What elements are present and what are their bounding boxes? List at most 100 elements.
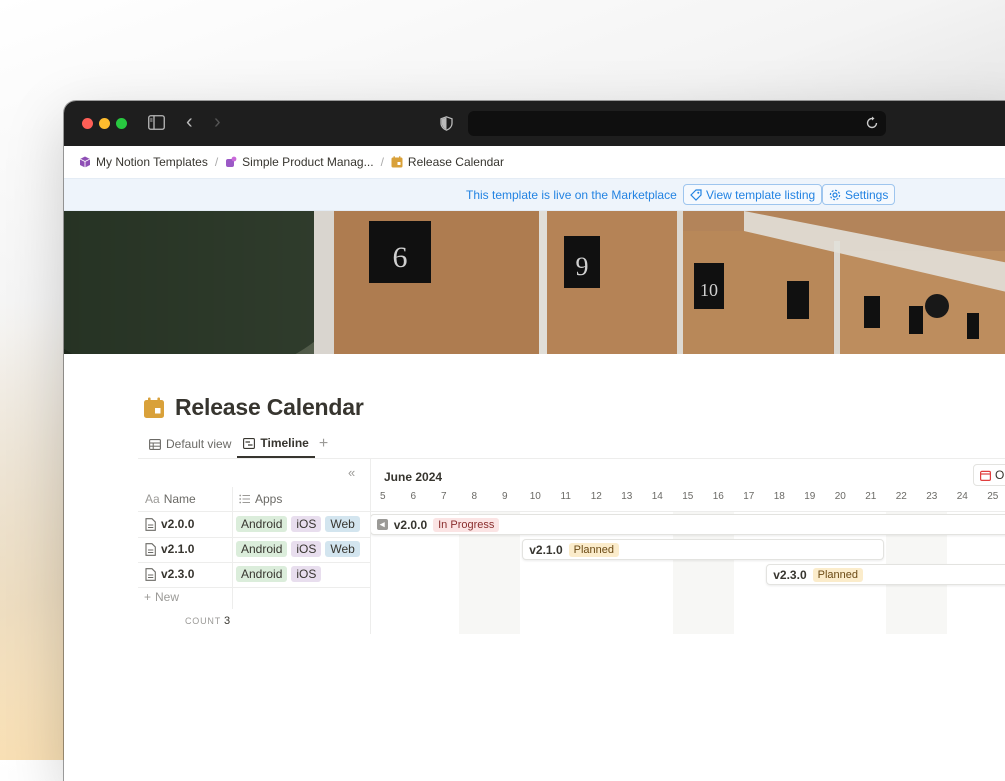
timeline-day-7: 7 bbox=[440, 491, 447, 502]
reload-icon[interactable] bbox=[864, 115, 880, 131]
timeline-bar-name: v2.1.0 bbox=[529, 542, 563, 557]
shield-icon[interactable] bbox=[440, 116, 453, 135]
page-cover-image: 6 9 10 bbox=[64, 211, 1005, 354]
timeline-day-20: 20 bbox=[834, 491, 846, 502]
timeline-day-11: 11 bbox=[560, 491, 571, 502]
app-tag-android: Android bbox=[236, 541, 288, 557]
timeline-day-24: 24 bbox=[956, 491, 968, 502]
listing-icon bbox=[690, 188, 702, 201]
back-icon[interactable]: ‹ bbox=[186, 112, 193, 132]
timeline-day-22: 22 bbox=[895, 491, 907, 502]
breadcrumb-label: Simple Product Manag... bbox=[242, 155, 374, 169]
timeline-day-9: 9 bbox=[501, 491, 508, 502]
view-template-listing-button[interactable]: View template listing bbox=[683, 184, 823, 205]
background-glow bbox=[0, 300, 70, 760]
add-view-button[interactable]: + bbox=[319, 435, 328, 453]
column-header-label: Name bbox=[163, 492, 196, 506]
status-badge: Planned bbox=[812, 567, 863, 582]
timeline-day-15: 15 bbox=[682, 491, 694, 502]
table-row[interactable]: v2.0.0 Android iOS Web bbox=[138, 512, 370, 538]
breadcrumb-item-release-calendar[interactable]: Release Calendar bbox=[391, 155, 504, 169]
breadcrumb-label: My Notion Templates bbox=[96, 155, 208, 169]
timeline-day-12: 12 bbox=[590, 491, 602, 502]
timeline-day-5: 5 bbox=[379, 491, 386, 502]
calendar-icon bbox=[980, 470, 991, 481]
row-apps[interactable]: Android iOS Web bbox=[236, 516, 360, 532]
row-name[interactable]: v2.0.0 bbox=[145, 517, 194, 531]
timeline-day-23: 23 bbox=[926, 491, 938, 502]
row-name-text: v2.3.0 bbox=[161, 567, 195, 581]
row-name-text: v2.1.0 bbox=[161, 542, 195, 556]
app-tag-web: Web bbox=[325, 516, 360, 532]
pm-icon bbox=[226, 156, 237, 167]
breadcrumb-item-simple-product-manager[interactable]: Simple Product Manag... bbox=[225, 155, 374, 169]
collapse-table-icon[interactable]: « bbox=[348, 465, 355, 480]
close-window-button[interactable] bbox=[82, 118, 93, 129]
column-header-name[interactable]: Aa Name bbox=[145, 492, 196, 506]
sidebar-icon[interactable] bbox=[148, 115, 165, 134]
timeline-icon bbox=[243, 437, 256, 449]
app-tag-ios: iOS bbox=[291, 566, 322, 582]
minimize-window-button[interactable] bbox=[99, 118, 110, 129]
back-arrow-icon[interactable]: ◂ bbox=[376, 519, 388, 530]
page-title: Release Calendar bbox=[143, 394, 364, 421]
view-template-listing-label: View template listing bbox=[706, 187, 816, 202]
timeline-month: June 2024 bbox=[384, 470, 443, 484]
browser-titlebar: ‹ › bbox=[64, 101, 1005, 146]
breadcrumb-label: Release Calendar bbox=[407, 155, 504, 169]
cover-photo: 6 9 10 bbox=[64, 211, 1005, 354]
timeline-bar-name: v2.3.0 bbox=[773, 567, 807, 582]
timeline-chart: June 2024 O 5 6 7 8 9 10 11 12 13 14 15 16 17 18 19 20 2… bbox=[371, 459, 1005, 634]
timeline-day-13: 13 bbox=[621, 491, 633, 502]
open-calendar-button[interactable]: O bbox=[973, 464, 1005, 486]
timeline-table-panel: « Aa Name Apps v2.0.0 Android iOS Web v2… bbox=[138, 459, 371, 634]
tab-default-view[interactable]: Default view bbox=[143, 430, 237, 458]
breadcrumb: My Notion Templates / Simple Product Man… bbox=[64, 146, 1005, 178]
row-name[interactable]: v2.3.0 bbox=[145, 567, 194, 581]
timeline-day-10: 10 bbox=[529, 491, 541, 502]
row-apps[interactable]: Android iOS bbox=[236, 566, 322, 582]
page-title-text[interactable]: Release Calendar bbox=[175, 394, 364, 421]
status-badge: Planned bbox=[568, 542, 619, 557]
timeline-day-19: 19 bbox=[804, 491, 816, 502]
table-row[interactable]: v2.3.0 Android iOS bbox=[138, 562, 370, 588]
table-icon bbox=[149, 438, 161, 450]
breadcrumb-separator: / bbox=[380, 155, 384, 169]
settings-button[interactable]: Settings bbox=[822, 184, 896, 205]
calendar-icon[interactable] bbox=[143, 397, 165, 419]
page-icon bbox=[145, 517, 156, 531]
timeline-bar-v2.3.0[interactable]: v2.3.0 Planned bbox=[766, 564, 1005, 585]
timeline-bar-v2.1.0[interactable]: v2.1.0 Planned bbox=[522, 539, 885, 560]
app-tag-android: Android bbox=[236, 516, 288, 532]
page-icon bbox=[145, 567, 156, 581]
maximize-window-button[interactable] bbox=[116, 118, 127, 129]
text-property-icon: Aa bbox=[145, 492, 160, 506]
count-value: 3 bbox=[224, 615, 231, 627]
gear-icon bbox=[829, 189, 841, 200]
timeline-day-25: 25 bbox=[987, 491, 999, 502]
settings-label: Settings bbox=[845, 187, 889, 202]
breadcrumb-separator: / bbox=[214, 155, 219, 169]
tab-label: Default view bbox=[166, 437, 232, 451]
row-count[interactable]: COUNT 3 bbox=[185, 615, 230, 627]
timeline-grid: ◂ v2.0.0 In Progress v2.1.0 Planned v2.3.0 Pla… bbox=[371, 511, 1005, 634]
tab-timeline[interactable]: Timeline bbox=[237, 430, 315, 458]
address-bar[interactable] bbox=[468, 111, 886, 136]
breadcrumb-item-my-notion-templates[interactable]: My Notion Templates bbox=[79, 155, 208, 169]
marketplace-banner: This template is live on the Marketplace… bbox=[64, 178, 1005, 211]
timeline-bar-v2.0.0[interactable]: ◂ v2.0.0 In Progress bbox=[371, 514, 1005, 535]
timeline-day-6: 6 bbox=[410, 491, 417, 502]
table-header: Aa Name Apps bbox=[138, 487, 370, 512]
app-tag-android: Android bbox=[236, 566, 288, 582]
timeline-day-21: 21 bbox=[865, 491, 877, 502]
table-row[interactable]: v2.1.0 Android iOS Web bbox=[138, 537, 370, 563]
new-row-button[interactable]: + New bbox=[144, 590, 179, 604]
row-name[interactable]: v2.1.0 bbox=[145, 542, 194, 556]
count-label: COUNT bbox=[185, 616, 221, 626]
forward-icon[interactable]: › bbox=[214, 112, 221, 132]
row-apps[interactable]: Android iOS Web bbox=[236, 541, 360, 557]
app-tag-ios: iOS bbox=[291, 541, 322, 557]
list-icon bbox=[239, 494, 250, 504]
timeline-day-18: 18 bbox=[773, 491, 785, 502]
column-header-apps[interactable]: Apps bbox=[239, 492, 282, 506]
